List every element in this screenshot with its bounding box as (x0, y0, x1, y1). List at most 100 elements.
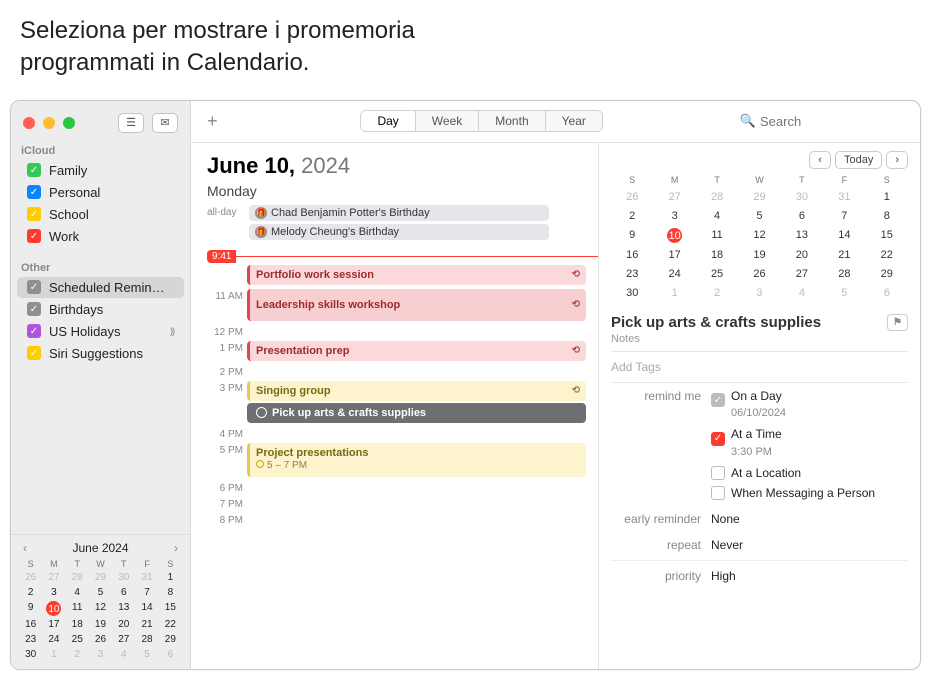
inspector-prev[interactable]: ‹ (809, 151, 831, 169)
minical-day[interactable]: 26 (611, 190, 653, 204)
minical-day[interactable]: 8 (866, 209, 908, 223)
birthday-event[interactable]: 🎁Chad Benjamin Potter's Birthday (249, 205, 549, 221)
at-a-time-checkbox[interactable]: ✓ (711, 432, 725, 446)
minical-day[interactable]: 23 (19, 633, 42, 646)
minical-day[interactable]: 21 (823, 248, 865, 262)
event-presentation-prep[interactable]: Presentation prep⟲ (247, 341, 586, 361)
at-location-checkbox[interactable] (711, 466, 725, 480)
calendar-checkbox[interactable]: ✓ (27, 185, 41, 199)
minical-day[interactable]: 27 (653, 190, 695, 204)
minical-day[interactable]: 1 (42, 648, 65, 661)
calendar-checkbox[interactable]: ✓ (27, 207, 41, 221)
minical-day[interactable]: 20 (781, 248, 823, 262)
minical-day[interactable]: 26 (19, 571, 42, 584)
early-reminder-value[interactable]: None (711, 512, 908, 526)
minical-day[interactable]: 3 (738, 286, 780, 300)
minical-day[interactable]: 18 (66, 618, 89, 631)
sidebar-calendar-item[interactable]: ✓Personal (17, 182, 184, 203)
minical-day[interactable]: 30 (19, 648, 42, 661)
minical-day[interactable]: 15 (866, 228, 908, 243)
minical-day[interactable]: 27 (42, 571, 65, 584)
minical-day[interactable]: 19 (738, 248, 780, 262)
minical-day[interactable]: 13 (781, 228, 823, 243)
sidebar-calendar-item[interactable]: ✓US Holidays)) (17, 321, 184, 342)
minical-day[interactable]: 8 (159, 586, 182, 599)
repeat-value[interactable]: Never (711, 538, 908, 552)
minical-day[interactable]: 30 (112, 571, 135, 584)
event-singing[interactable]: Singing group⟲ (247, 381, 586, 401)
minical-day[interactable]: 28 (135, 633, 158, 646)
event-leadership[interactable]: Leadership skills workshop⟲ (247, 289, 586, 321)
minical-day[interactable]: 30 (781, 190, 823, 204)
minical-day[interactable]: 3 (42, 586, 65, 599)
calendar-checkbox[interactable]: ✓ (27, 346, 41, 360)
event-project-presentations[interactable]: Project presentations5 – 7 PM (247, 443, 586, 477)
close-icon[interactable] (23, 117, 35, 129)
minical-day[interactable]: 23 (611, 267, 653, 281)
minical-day[interactable]: 20 (112, 618, 135, 631)
minical-day[interactable]: 12 (738, 228, 780, 243)
minical-day[interactable]: 29 (89, 571, 112, 584)
calendar-checkbox[interactable]: ✓ (27, 302, 41, 316)
when-messaging-checkbox[interactable] (711, 486, 725, 500)
minical-day[interactable]: 22 (866, 248, 908, 262)
minical-day[interactable]: 26 (89, 633, 112, 646)
minical-day[interactable]: 2 (19, 586, 42, 599)
birthday-event[interactable]: 🎁Melody Cheung's Birthday (249, 224, 549, 240)
sidebar-calendar-item[interactable]: ✓Family (17, 160, 184, 181)
inspector-today[interactable]: Today (835, 151, 882, 169)
minical-day[interactable]: 25 (66, 633, 89, 646)
minical-day[interactable]: 1 (159, 571, 182, 584)
minical-day[interactable]: 24 (653, 267, 695, 281)
minical-day[interactable]: 27 (112, 633, 135, 646)
search-input[interactable] (760, 114, 910, 129)
minical-day[interactable]: 18 (696, 248, 738, 262)
flag-button[interactable]: ⚑ (887, 314, 908, 331)
minical-day[interactable]: 5 (135, 648, 158, 661)
sidebar-toggle-button[interactable]: ☰ (118, 113, 144, 133)
minical-day[interactable]: 12 (89, 601, 112, 616)
minical-day[interactable]: 14 (823, 228, 865, 243)
event-portfolio[interactable]: Portfolio work session⟲ (247, 265, 586, 285)
minical-day[interactable]: 7 (823, 209, 865, 223)
minical-day[interactable]: 25 (696, 267, 738, 281)
view-month[interactable]: Month (479, 111, 545, 131)
sidebar-calendar-item[interactable]: ✓Siri Suggestions (17, 343, 184, 364)
minical-day[interactable]: 4 (66, 586, 89, 599)
minical-day[interactable]: 6 (112, 586, 135, 599)
minical-day[interactable]: 2 (696, 286, 738, 300)
add-tags-field[interactable]: Add Tags (611, 352, 908, 383)
minical-day[interactable]: 9 (611, 228, 653, 243)
minical-day[interactable]: 1 (653, 286, 695, 300)
minical-day[interactable]: 27 (781, 267, 823, 281)
minical-prev[interactable]: ‹ (19, 541, 31, 555)
inbox-button[interactable]: ✉ (152, 113, 178, 133)
minical-day[interactable]: 6 (781, 209, 823, 223)
minical-day[interactable]: 31 (135, 571, 158, 584)
minical-day[interactable]: 16 (611, 248, 653, 262)
minical-next[interactable]: › (170, 541, 182, 555)
minical-day[interactable]: 6 (866, 286, 908, 300)
sidebar-calendar-item[interactable]: ✓School (17, 204, 184, 225)
minimize-icon[interactable] (43, 117, 55, 129)
minical-day[interactable]: 11 (696, 228, 738, 243)
view-segmented-control[interactable]: DayWeekMonthYear (360, 110, 602, 132)
minical-day[interactable]: 4 (112, 648, 135, 661)
minical-day[interactable]: 5 (738, 209, 780, 223)
minical-day[interactable]: 30 (611, 286, 653, 300)
new-event-button[interactable]: + (201, 111, 224, 132)
minical-day[interactable]: 2 (66, 648, 89, 661)
sidebar-calendar-item[interactable]: ✓Work (17, 226, 184, 247)
minical-day[interactable]: 15 (159, 601, 182, 616)
minical-day[interactable]: 7 (135, 586, 158, 599)
minical-day[interactable]: 28 (696, 190, 738, 204)
minical-day[interactable]: 29 (738, 190, 780, 204)
minical-day[interactable]: 10 (667, 228, 682, 243)
event-selected-reminder[interactable]: Pick up arts & crafts supplies (247, 403, 586, 423)
minical-day[interactable]: 22 (159, 618, 182, 631)
minical-day[interactable]: 19 (89, 618, 112, 631)
minical-day[interactable]: 28 (823, 267, 865, 281)
calendar-checkbox[interactable]: ✓ (27, 229, 41, 243)
minical-day[interactable]: 10 (46, 601, 61, 616)
minical-day[interactable]: 29 (866, 267, 908, 281)
